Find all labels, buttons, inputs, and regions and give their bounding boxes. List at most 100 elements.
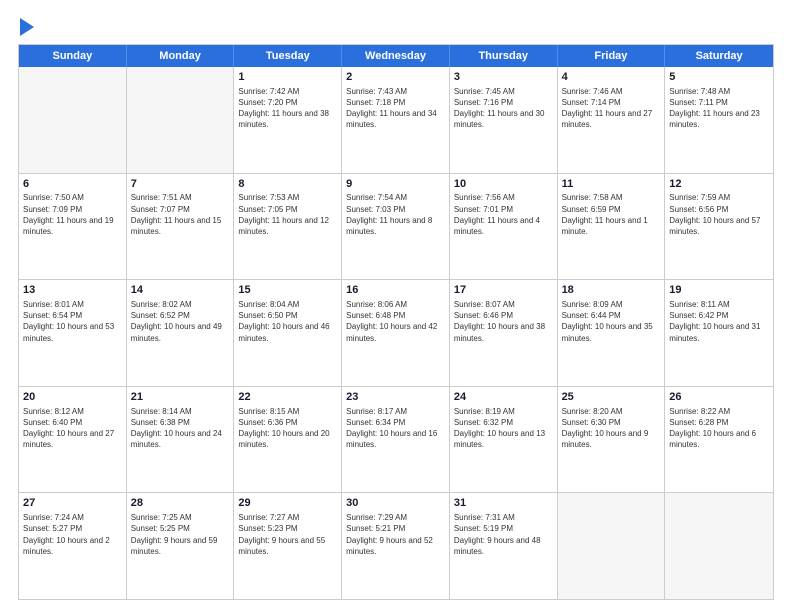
calendar-cell: 25Sunrise: 8:20 AM Sunset: 6:30 PM Dayli… (558, 387, 666, 493)
day-number: 5 (669, 70, 769, 85)
calendar-row: 20Sunrise: 8:12 AM Sunset: 6:40 PM Dayli… (19, 386, 773, 493)
day-number: 15 (238, 283, 337, 298)
calendar-cell: 2Sunrise: 7:43 AM Sunset: 7:18 PM Daylig… (342, 67, 450, 173)
calendar-cell: 7Sunrise: 7:51 AM Sunset: 7:07 PM Daylig… (127, 174, 235, 280)
calendar-cell: 9Sunrise: 7:54 AM Sunset: 7:03 PM Daylig… (342, 174, 450, 280)
cell-text: Sunrise: 7:54 AM Sunset: 7:03 PM Dayligh… (346, 192, 445, 237)
day-number: 23 (346, 390, 445, 405)
page: SundayMondayTuesdayWednesdayThursdayFrid… (0, 0, 792, 612)
cell-text: Sunrise: 7:56 AM Sunset: 7:01 PM Dayligh… (454, 192, 553, 237)
day-number: 30 (346, 496, 445, 511)
cell-text: Sunrise: 7:46 AM Sunset: 7:14 PM Dayligh… (562, 86, 661, 131)
header (18, 18, 774, 36)
cell-text: Sunrise: 7:45 AM Sunset: 7:16 PM Dayligh… (454, 86, 553, 131)
calendar-cell: 17Sunrise: 8:07 AM Sunset: 6:46 PM Dayli… (450, 280, 558, 386)
calendar-cell: 30Sunrise: 7:29 AM Sunset: 5:21 PM Dayli… (342, 493, 450, 599)
day-header-saturday: Saturday (665, 45, 773, 67)
calendar-cell: 12Sunrise: 7:59 AM Sunset: 6:56 PM Dayli… (665, 174, 773, 280)
calendar-row: 6Sunrise: 7:50 AM Sunset: 7:09 PM Daylig… (19, 173, 773, 280)
calendar-cell: 4Sunrise: 7:46 AM Sunset: 7:14 PM Daylig… (558, 67, 666, 173)
day-number: 21 (131, 390, 230, 405)
calendar-cell: 16Sunrise: 8:06 AM Sunset: 6:48 PM Dayli… (342, 280, 450, 386)
calendar-cell: 3Sunrise: 7:45 AM Sunset: 7:16 PM Daylig… (450, 67, 558, 173)
day-number: 31 (454, 496, 553, 511)
calendar-cell: 18Sunrise: 8:09 AM Sunset: 6:44 PM Dayli… (558, 280, 666, 386)
calendar-row: 27Sunrise: 7:24 AM Sunset: 5:27 PM Dayli… (19, 492, 773, 599)
calendar-header: SundayMondayTuesdayWednesdayThursdayFrid… (19, 45, 773, 67)
calendar-cell: 24Sunrise: 8:19 AM Sunset: 6:32 PM Dayli… (450, 387, 558, 493)
calendar-cell: 8Sunrise: 7:53 AM Sunset: 7:05 PM Daylig… (234, 174, 342, 280)
day-number: 13 (23, 283, 122, 298)
cell-text: Sunrise: 8:17 AM Sunset: 6:34 PM Dayligh… (346, 406, 445, 451)
cell-text: Sunrise: 8:06 AM Sunset: 6:48 PM Dayligh… (346, 299, 445, 344)
calendar-body: 1Sunrise: 7:42 AM Sunset: 7:20 PM Daylig… (19, 67, 773, 599)
cell-text: Sunrise: 7:42 AM Sunset: 7:20 PM Dayligh… (238, 86, 337, 131)
calendar-cell: 10Sunrise: 7:56 AM Sunset: 7:01 PM Dayli… (450, 174, 558, 280)
day-number: 28 (131, 496, 230, 511)
cell-text: Sunrise: 8:02 AM Sunset: 6:52 PM Dayligh… (131, 299, 230, 344)
calendar-cell: 27Sunrise: 7:24 AM Sunset: 5:27 PM Dayli… (19, 493, 127, 599)
day-number: 17 (454, 283, 553, 298)
calendar-cell: 22Sunrise: 8:15 AM Sunset: 6:36 PM Dayli… (234, 387, 342, 493)
calendar-cell: 31Sunrise: 7:31 AM Sunset: 5:19 PM Dayli… (450, 493, 558, 599)
calendar-cell (558, 493, 666, 599)
cell-text: Sunrise: 7:51 AM Sunset: 7:07 PM Dayligh… (131, 192, 230, 237)
calendar-cell: 11Sunrise: 7:58 AM Sunset: 6:59 PM Dayli… (558, 174, 666, 280)
calendar-cell: 28Sunrise: 7:25 AM Sunset: 5:25 PM Dayli… (127, 493, 235, 599)
day-number: 9 (346, 177, 445, 192)
cell-text: Sunrise: 7:43 AM Sunset: 7:18 PM Dayligh… (346, 86, 445, 131)
day-number: 3 (454, 70, 553, 85)
cell-text: Sunrise: 8:15 AM Sunset: 6:36 PM Dayligh… (238, 406, 337, 451)
calendar-cell: 6Sunrise: 7:50 AM Sunset: 7:09 PM Daylig… (19, 174, 127, 280)
cell-text: Sunrise: 8:20 AM Sunset: 6:30 PM Dayligh… (562, 406, 661, 451)
day-number: 19 (669, 283, 769, 298)
day-header-monday: Monday (127, 45, 235, 67)
calendar-cell (19, 67, 127, 173)
day-number: 29 (238, 496, 337, 511)
day-number: 6 (23, 177, 122, 192)
day-header-sunday: Sunday (19, 45, 127, 67)
day-number: 25 (562, 390, 661, 405)
calendar-cell: 23Sunrise: 8:17 AM Sunset: 6:34 PM Dayli… (342, 387, 450, 493)
day-number: 18 (562, 283, 661, 298)
day-number: 16 (346, 283, 445, 298)
cell-text: Sunrise: 8:11 AM Sunset: 6:42 PM Dayligh… (669, 299, 769, 344)
calendar-cell: 20Sunrise: 8:12 AM Sunset: 6:40 PM Dayli… (19, 387, 127, 493)
day-number: 1 (238, 70, 337, 85)
day-number: 7 (131, 177, 230, 192)
day-number: 4 (562, 70, 661, 85)
calendar-cell: 14Sunrise: 8:02 AM Sunset: 6:52 PM Dayli… (127, 280, 235, 386)
calendar-cell: 21Sunrise: 8:14 AM Sunset: 6:38 PM Dayli… (127, 387, 235, 493)
day-number: 22 (238, 390, 337, 405)
day-number: 27 (23, 496, 122, 511)
cell-text: Sunrise: 7:59 AM Sunset: 6:56 PM Dayligh… (669, 192, 769, 237)
calendar-cell: 15Sunrise: 8:04 AM Sunset: 6:50 PM Dayli… (234, 280, 342, 386)
calendar-cell: 5Sunrise: 7:48 AM Sunset: 7:11 PM Daylig… (665, 67, 773, 173)
calendar-cell: 26Sunrise: 8:22 AM Sunset: 6:28 PM Dayli… (665, 387, 773, 493)
calendar-cell: 1Sunrise: 7:42 AM Sunset: 7:20 PM Daylig… (234, 67, 342, 173)
cell-text: Sunrise: 7:50 AM Sunset: 7:09 PM Dayligh… (23, 192, 122, 237)
day-number: 2 (346, 70, 445, 85)
day-number: 14 (131, 283, 230, 298)
day-number: 24 (454, 390, 553, 405)
logo-arrow-icon (20, 18, 34, 36)
day-header-thursday: Thursday (450, 45, 558, 67)
calendar-cell: 29Sunrise: 7:27 AM Sunset: 5:23 PM Dayli… (234, 493, 342, 599)
cell-text: Sunrise: 8:22 AM Sunset: 6:28 PM Dayligh… (669, 406, 769, 451)
cell-text: Sunrise: 8:09 AM Sunset: 6:44 PM Dayligh… (562, 299, 661, 344)
cell-text: Sunrise: 7:58 AM Sunset: 6:59 PM Dayligh… (562, 192, 661, 237)
calendar-row: 13Sunrise: 8:01 AM Sunset: 6:54 PM Dayli… (19, 279, 773, 386)
day-number: 26 (669, 390, 769, 405)
day-number: 8 (238, 177, 337, 192)
calendar-cell: 13Sunrise: 8:01 AM Sunset: 6:54 PM Dayli… (19, 280, 127, 386)
day-number: 20 (23, 390, 122, 405)
day-header-friday: Friday (558, 45, 666, 67)
cell-text: Sunrise: 7:29 AM Sunset: 5:21 PM Dayligh… (346, 512, 445, 557)
calendar-row: 1Sunrise: 7:42 AM Sunset: 7:20 PM Daylig… (19, 67, 773, 173)
calendar-cell: 19Sunrise: 8:11 AM Sunset: 6:42 PM Dayli… (665, 280, 773, 386)
logo (18, 18, 34, 36)
cell-text: Sunrise: 7:53 AM Sunset: 7:05 PM Dayligh… (238, 192, 337, 237)
cell-text: Sunrise: 8:07 AM Sunset: 6:46 PM Dayligh… (454, 299, 553, 344)
day-number: 10 (454, 177, 553, 192)
cell-text: Sunrise: 8:01 AM Sunset: 6:54 PM Dayligh… (23, 299, 122, 344)
